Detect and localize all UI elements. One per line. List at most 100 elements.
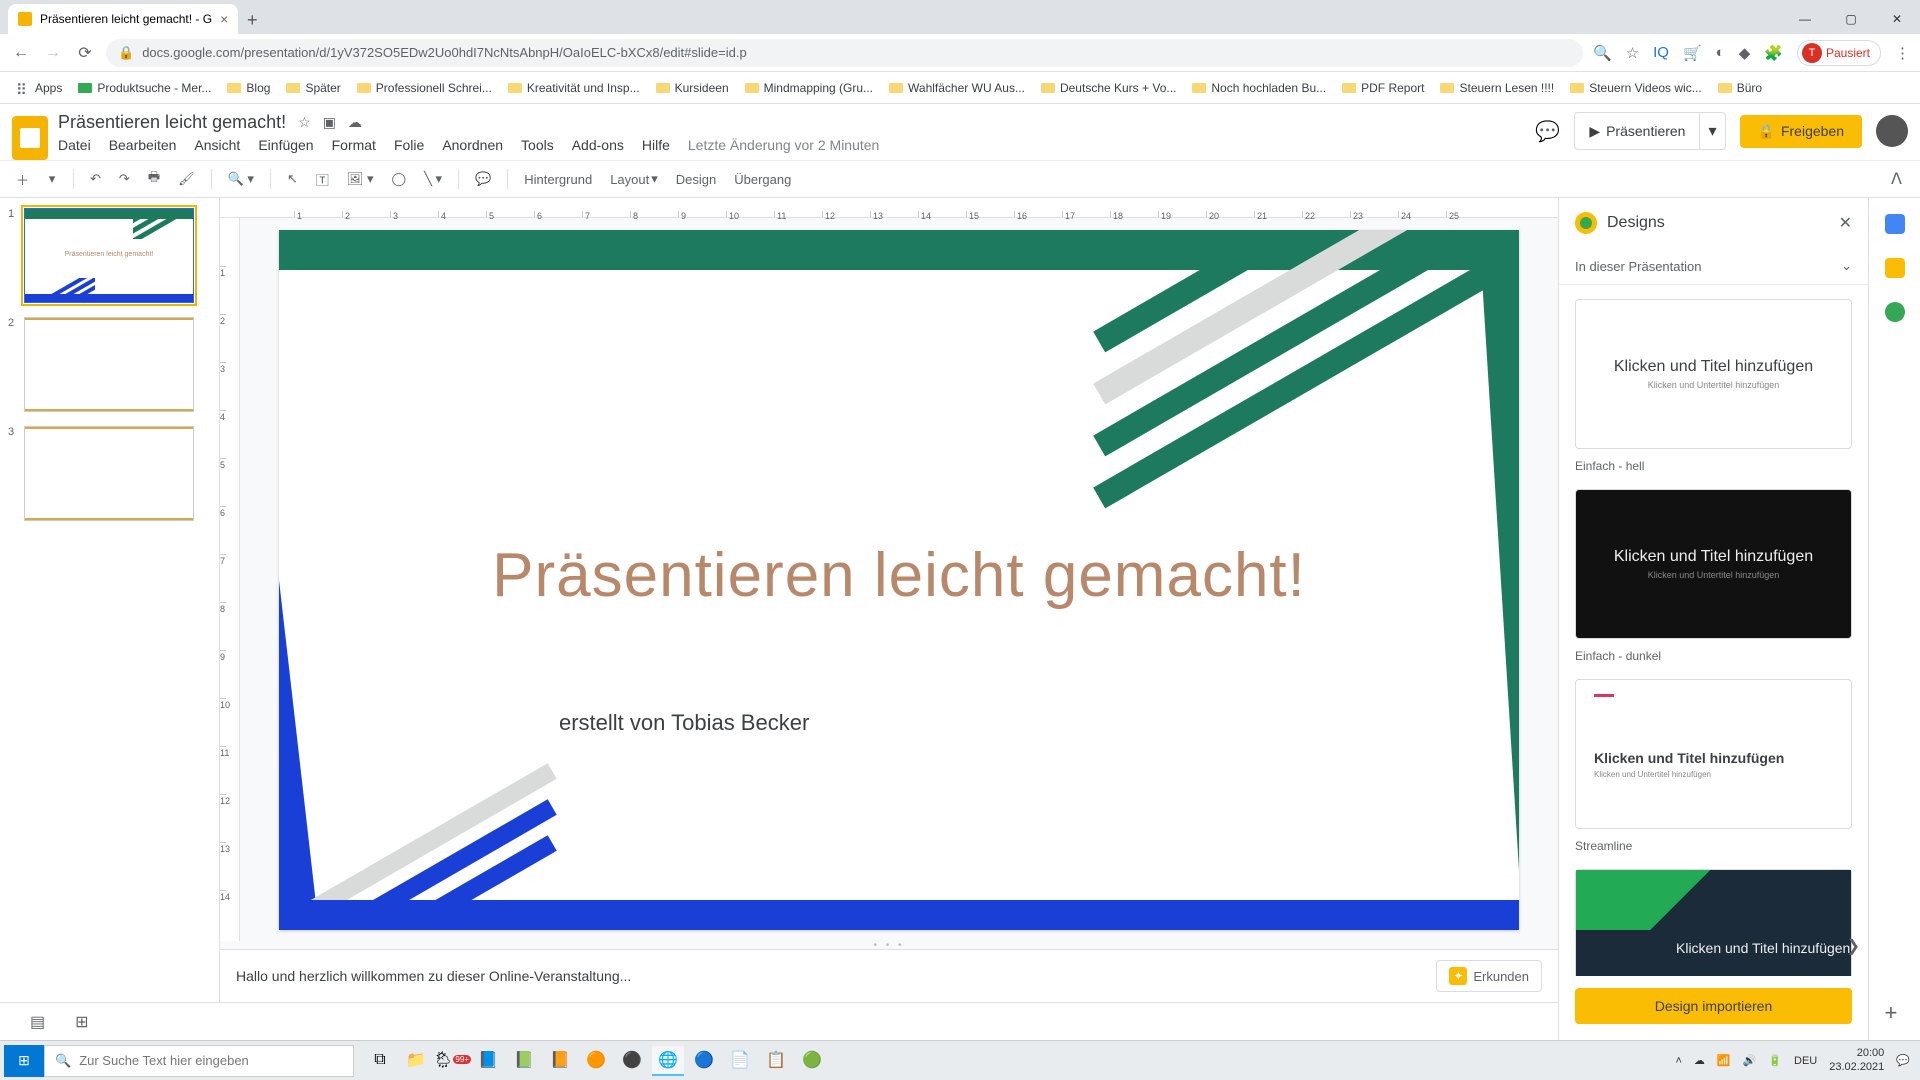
bookmark-item[interactable]: PDF Report	[1336, 77, 1430, 99]
tray-wifi-icon[interactable]: 📶	[1717, 1054, 1731, 1067]
bookmark-item[interactable]: Büro	[1712, 77, 1768, 99]
slide-filmstrip[interactable]: 1 Präsentieren leicht gemacht! 2 3	[0, 198, 220, 1002]
start-button[interactable]: ⊞	[4, 1045, 44, 1077]
tray-battery-icon[interactable]: 🔋	[1768, 1054, 1782, 1067]
menu-bearbeiten[interactable]: Bearbeiten	[109, 137, 177, 153]
taskbar-chrome-icon[interactable]: 🌐	[652, 1046, 684, 1076]
taskbar-app2-icon[interactable]: 📄	[724, 1046, 756, 1076]
design-card-dark[interactable]: Klicken und Titel hinzufügen Klicken und…	[1575, 489, 1852, 639]
taskbar-app3-icon[interactable]: 📋	[760, 1046, 792, 1076]
apps-button[interactable]: ⠿Apps	[10, 77, 68, 99]
notes-text[interactable]: Hallo und herzlich willkommen zu dieser …	[236, 968, 631, 984]
textbox-tool[interactable]: 🅃	[310, 166, 335, 193]
star-icon[interactable]: ☆	[298, 114, 311, 131]
taskbar-edge-icon[interactable]: 🔵	[688, 1046, 720, 1076]
forward-button[interactable]: →	[42, 44, 64, 62]
bookmark-item[interactable]: Produktsuche - Mer...	[72, 77, 217, 99]
explore-button[interactable]: ✦ Erkunden	[1436, 960, 1542, 992]
design-card-streamline[interactable]: Klicken und Titel hinzufügen Klicken und…	[1575, 679, 1852, 829]
slide-stage[interactable]: Präsentieren leicht gemacht! erstellt vo…	[240, 218, 1558, 941]
redo-button[interactable]: ↷	[113, 167, 136, 191]
menu-ansicht[interactable]: Ansicht	[194, 137, 240, 153]
slide-canvas[interactable]: Präsentieren leicht gemacht! erstellt vo…	[279, 230, 1519, 930]
bookmark-item[interactable]: Blog	[221, 77, 276, 99]
filmstrip-view-icon[interactable]: ▤	[30, 1012, 45, 1032]
bookmark-item[interactable]: Noch hochladen Bu...	[1186, 77, 1332, 99]
slide-thumbnail-1[interactable]: Präsentieren leicht gemacht!	[24, 208, 194, 303]
task-view-icon[interactable]: ⧉	[364, 1046, 396, 1076]
layout-button[interactable]: Layout ▾	[604, 167, 664, 191]
taskbar-obs-icon[interactable]: ⚫	[616, 1046, 648, 1076]
account-avatar[interactable]	[1876, 115, 1908, 147]
tray-volume-icon[interactable]: 🔊	[1743, 1054, 1757, 1067]
background-button[interactable]: Hintergrund	[518, 168, 598, 191]
new-tab-button[interactable]: +	[238, 6, 266, 34]
slide-thumbnail-3[interactable]	[24, 426, 194, 521]
bookmark-item[interactable]: Wahlfächer WU Aus...	[883, 77, 1031, 99]
menu-addons[interactable]: Add-ons	[572, 137, 624, 153]
slide-thumbnail-2[interactable]	[24, 317, 194, 412]
bookmark-star-icon[interactable]: ☆	[1626, 44, 1639, 62]
bookmark-item[interactable]: Mindmapping (Gru...	[739, 77, 879, 99]
document-title[interactable]: Präsentieren leicht gemacht!	[58, 112, 286, 133]
extension-icon-2[interactable]: 🛒	[1683, 44, 1702, 62]
keep-addon-icon[interactable]	[1885, 258, 1905, 278]
extension-icon-3[interactable]: ◐	[1716, 44, 1725, 61]
comments-icon[interactable]: 💬	[1535, 119, 1560, 144]
extensions-menu-icon[interactable]: 🧩	[1764, 44, 1783, 62]
zoom-icon[interactable]: 🔍	[1593, 44, 1612, 62]
slides-logo-icon[interactable]	[12, 116, 48, 160]
minimize-button[interactable]: —	[1782, 4, 1828, 34]
taskbar-explorer-icon[interactable]: 📁	[400, 1046, 432, 1076]
taskbar-weather-icon[interactable]: 🌦99+	[436, 1046, 468, 1076]
windows-search[interactable]: 🔍 Zur Suche Text hier eingeben	[44, 1045, 354, 1077]
taskbar-excel-icon[interactable]: 📗	[508, 1046, 540, 1076]
extension-icon-4[interactable]: ◆	[1739, 44, 1751, 62]
close-window-button[interactable]: ✕	[1874, 4, 1920, 34]
design-button[interactable]: Design	[670, 168, 722, 191]
new-slide-button[interactable]: ＋	[10, 166, 35, 193]
browser-tab[interactable]: Präsentieren leicht gemacht! - G ×	[8, 4, 238, 34]
close-tab-icon[interactable]: ×	[220, 11, 228, 27]
system-tray[interactable]: ˄ ☁ 📶 🔊 🔋 DEU 20:00 23.02.2021 💬	[1675, 1047, 1916, 1073]
design-card-light[interactable]: Klicken und Titel hinzufügen Klicken und…	[1575, 299, 1852, 449]
paint-format-button[interactable]: 🖌	[172, 167, 201, 191]
select-tool[interactable]: ↖	[281, 167, 304, 191]
transition-button[interactable]: Übergang	[728, 168, 797, 191]
present-button[interactable]: ▶Präsentieren ▾	[1574, 112, 1725, 150]
address-bar[interactable]: 🔒 docs.google.com/presentation/d/1yV372S…	[106, 39, 1583, 67]
vertical-ruler[interactable]: 1234567891011121314	[220, 218, 240, 941]
calendar-addon-icon[interactable]	[1885, 214, 1905, 234]
comment-tool[interactable]: 💬	[469, 167, 497, 191]
bookmark-item[interactable]: Steuern Lesen !!!!	[1434, 77, 1560, 99]
back-button[interactable]: ←	[10, 44, 32, 62]
tray-notifications-icon[interactable]: 💬	[1896, 1054, 1910, 1067]
move-icon[interactable]: ▣	[323, 114, 336, 131]
present-dropdown-icon[interactable]: ▾	[1699, 113, 1724, 149]
extension-icon-1[interactable]: IQ	[1653, 44, 1669, 61]
image-tool[interactable]: 🖼 ▾	[341, 167, 380, 191]
horizontal-ruler[interactable]: 1234567891011121314151617181920212223242…	[220, 198, 1558, 218]
tasks-addon-icon[interactable]	[1885, 302, 1905, 322]
bookmark-item[interactable]: Kursideen	[650, 77, 735, 99]
menu-datei[interactable]: Datei	[58, 137, 91, 153]
bookmark-item[interactable]: Deutsche Kurs + Vo...	[1035, 77, 1182, 99]
bookmark-item[interactable]: Kreativität und Insp...	[502, 77, 646, 99]
slide-subtitle-text[interactable]: erstellt von Tobias Becker	[559, 710, 809, 736]
import-design-button[interactable]: Design importieren	[1575, 988, 1852, 1024]
tray-clock[interactable]: 20:00 23.02.2021	[1829, 1047, 1884, 1073]
last-edit-label[interactable]: Letzte Änderung vor 2 Minuten	[688, 137, 879, 153]
tray-cloud-icon[interactable]: ☁	[1694, 1054, 1705, 1067]
bookmark-item[interactable]: Professionell Schrei...	[351, 77, 498, 99]
profile-paused-chip[interactable]: T Pausiert	[1797, 40, 1881, 66]
menu-anordnen[interactable]: Anordnen	[442, 137, 503, 153]
designs-section-header[interactable]: In dieser Präsentation ⌄	[1559, 248, 1868, 285]
designs-list[interactable]: Klicken und Titel hinzufügen Klicken und…	[1559, 285, 1868, 976]
design-card-focus[interactable]: Klicken und Titel hinzufügen	[1575, 869, 1852, 976]
taskbar-powerpoint-icon[interactable]: 📙	[544, 1046, 576, 1076]
collapse-toolbar-icon[interactable]: ᐱ	[1883, 165, 1910, 193]
menu-hilfe[interactable]: Hilfe	[642, 137, 670, 153]
taskbar-app-icon[interactable]: 🟠	[580, 1046, 612, 1076]
bookmark-item[interactable]: Später	[280, 77, 346, 99]
bookmark-item[interactable]: Steuern Videos wic...	[1564, 77, 1708, 99]
